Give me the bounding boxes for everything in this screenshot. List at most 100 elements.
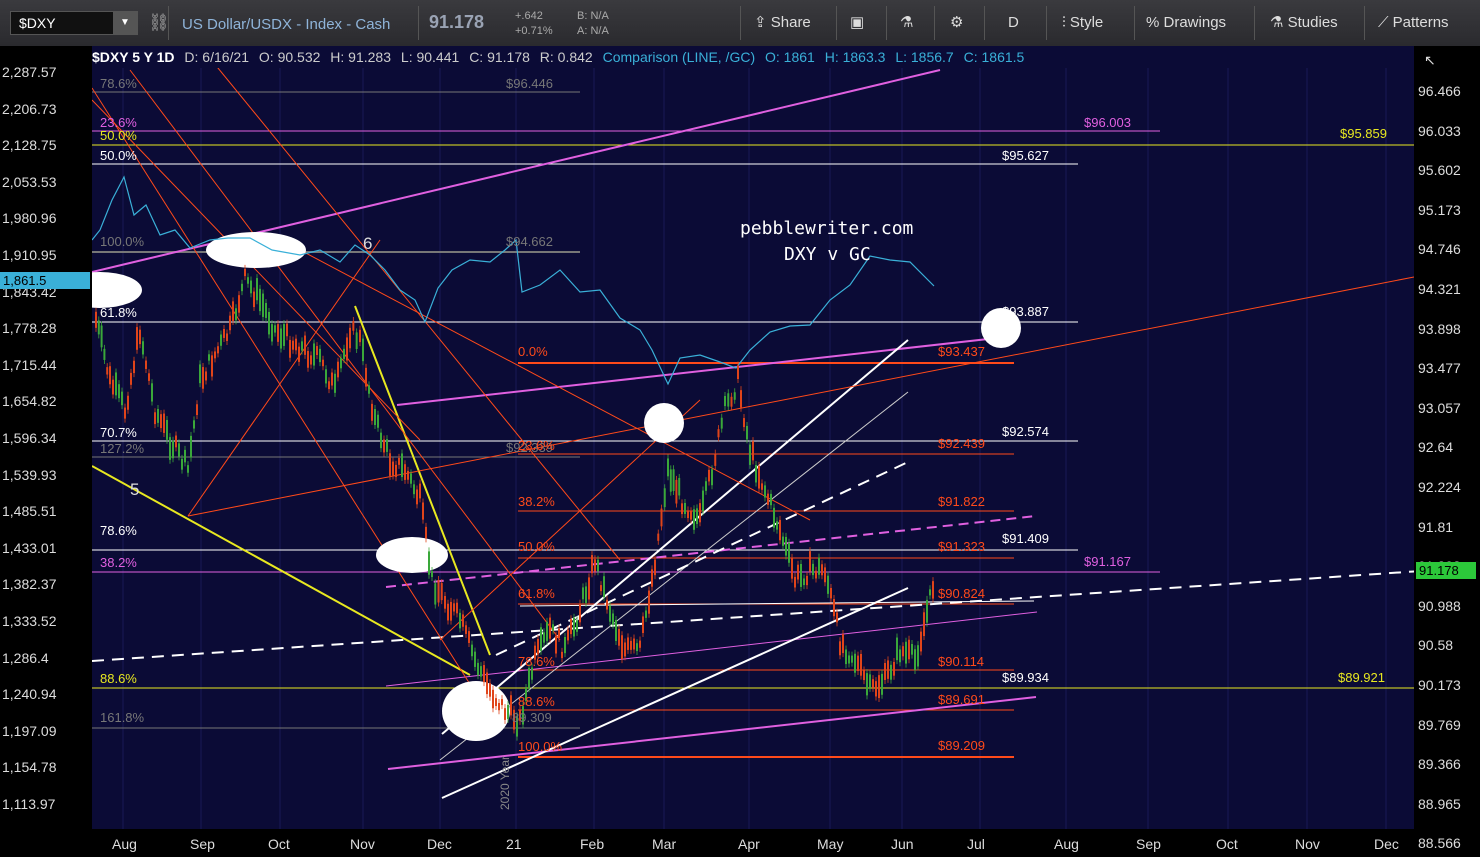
bid: B: N/A (577, 10, 609, 22)
highlight-ellipse (376, 537, 448, 573)
header-range: R: 0.842 (539, 49, 593, 65)
header-high: H: 91.283 (330, 49, 392, 65)
fib-label: $91.822 (938, 494, 985, 509)
time-axis-tick: Aug (1054, 836, 1079, 852)
fib-label: 61.8% (518, 586, 555, 601)
fib-label: 161.8% (100, 710, 145, 725)
interval-button[interactable]: D (1008, 8, 1019, 38)
time-axis-tick: Apr (738, 836, 760, 852)
fib-label: $91.323 (938, 539, 985, 554)
patterns-button[interactable]: ⟋ Patterns (1378, 8, 1449, 38)
fib-label: 38.2% (100, 555, 137, 570)
fib-label: $89.934 (1002, 670, 1049, 685)
fib-label: $92.439 (938, 436, 985, 451)
fib-label: $96.003 (1084, 115, 1131, 130)
fib-label: $91.409 (1002, 531, 1049, 546)
fib-label: 38.2% (518, 494, 555, 509)
fib-label: $95.859 (1340, 126, 1387, 141)
header-cmp-close: C: 1861.5 (963, 49, 1025, 65)
chart-header: $DXY 5 Y 1D D: 6/16/21 O: 90.532 H: 91.2… (92, 46, 1414, 68)
plot-area[interactable] (92, 46, 1414, 829)
fib-label: $89.921 (1338, 670, 1385, 685)
chart-settings-icon[interactable]: ▣ (850, 8, 864, 38)
header-cmp-high: H: 1863.3 (824, 49, 886, 65)
right-axis-tick: 96.033 (1418, 122, 1461, 139)
fib-label: 0.0% (518, 344, 548, 359)
time-axis-tick: 21 (506, 836, 522, 852)
header-close: C: 91.178 (469, 49, 530, 65)
time-axis-tick: Feb (580, 836, 605, 852)
header-cmp-open: O: 1861 (765, 49, 815, 65)
pct-change: +0.71% (515, 25, 553, 37)
left-axis-tick: 1,240.94 (2, 686, 57, 703)
instrument-name: US Dollar/USDX - Index - Cash (182, 16, 391, 33)
right-axis-tick: 88.566 (1418, 835, 1461, 852)
fib-label: 50.0% (100, 148, 137, 163)
fib-label: 50.0% (518, 539, 555, 554)
toolbar: $DXY ▼ ⛓ US Dollar/USDX - Index - Cash 9… (0, 0, 1480, 47)
fib-label: $90.824 (938, 586, 985, 601)
wave-5-label: 5 (130, 480, 140, 499)
time-axis-tick: Aug (112, 836, 137, 852)
time-axis-tick: Sep (1136, 836, 1161, 852)
trend-line (396, 336, 1007, 406)
trend-line (92, 99, 421, 441)
right-axis-tick: 92.224 (1418, 479, 1461, 495)
right-axis-tick: 92.64 (1418, 439, 1454, 456)
left-axis-tick: 1,539.93 (2, 466, 57, 483)
trend-line (92, 570, 1414, 662)
right-axis-tick: 90.988 (1418, 597, 1461, 614)
right-axis-tick: 90.173 (1418, 677, 1461, 693)
style-button[interactable]: ⫶ Style (1062, 8, 1103, 38)
time-axis-tick: Jul (967, 836, 985, 852)
trend-line (187, 239, 381, 517)
cursor-icon[interactable]: ↖ (1424, 52, 1436, 69)
fib-label: 70.7% (100, 425, 137, 440)
highlight-ellipse (644, 403, 684, 443)
time-axis-tick: Dec (1374, 836, 1399, 852)
left-axis-tick: 2,206.73 (2, 100, 57, 117)
fib-label: $92.574 (1002, 424, 1049, 439)
percent-icon: % (1146, 14, 1164, 31)
chart-area[interactable]: $DXY 5 Y 1D D: 6/16/21 O: 90.532 H: 91.2… (0, 46, 1480, 857)
left-axis-tick: 2,128.75 (2, 137, 57, 154)
link-icon[interactable]: ⛓ (148, 8, 170, 38)
left-axis-tick: 1,333.52 (2, 613, 57, 629)
chevron-down-icon[interactable]: ▼ (113, 12, 137, 34)
left-axis-tick: 1,778.28 (2, 320, 57, 337)
flask-icon[interactable]: ⚗ (900, 8, 913, 38)
time-axis-tick: Oct (1216, 836, 1238, 852)
symbol-selector[interactable]: $DXY ▼ (10, 11, 138, 35)
left-axis-tick: 1,382.37 (2, 576, 57, 593)
fib-label: 88.6% (100, 671, 137, 686)
drawings-button[interactable]: % Drawings (1146, 8, 1226, 38)
gear-icon[interactable]: ⚙ (950, 8, 963, 38)
fib-label: $91.167 (1084, 554, 1131, 569)
right-axis-tick: 90.58 (1418, 637, 1454, 654)
fib-label: 23.6% (518, 438, 555, 453)
patterns-icon: ⟋ (1378, 14, 1393, 31)
time-axis-tick: Sep (190, 836, 215, 852)
left-axis-tick: 1,433.01 (2, 539, 57, 556)
trend-line (92, 87, 481, 701)
highlight-ellipse (206, 232, 306, 268)
symbol-text: $DXY (19, 15, 56, 31)
share-button[interactable]: ⇪ Share (754, 8, 811, 38)
right-axis-tick: 93.057 (1418, 399, 1461, 416)
studies-button[interactable]: ⚗ Studies (1270, 8, 1338, 38)
fib-label: 78.6% (518, 654, 555, 669)
left-axis-tick: 2,053.53 (2, 173, 57, 190)
highlight-ellipse (92, 272, 142, 308)
fib-label: $90.114 (938, 654, 985, 669)
fib-label: $96.446 (506, 76, 553, 91)
right-axis-tick: 95.602 (1418, 162, 1461, 179)
highlight-ellipse (442, 681, 510, 741)
fib-label: 78.6% (100, 523, 137, 538)
fib-label: $89.691 (938, 692, 985, 707)
left-axis-tick: 2,287.57 (2, 64, 57, 80)
right-axis-tick: 95.173 (1418, 201, 1461, 218)
right-axis-tick: 93.477 (1418, 360, 1461, 377)
time-axis-tick: Nov (350, 836, 375, 852)
fib-label: 100.0% (100, 234, 145, 249)
header-date: D: 6/16/21 (184, 49, 250, 65)
